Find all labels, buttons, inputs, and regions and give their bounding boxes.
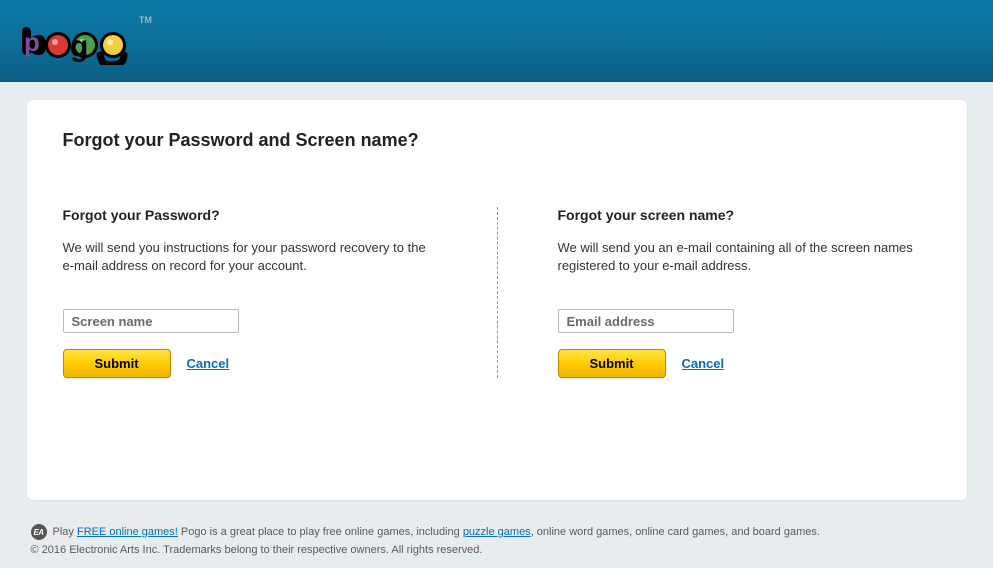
- puzzle-games-link[interactable]: puzzle games: [463, 526, 531, 538]
- forgot-password-title: Forgot your Password?: [63, 207, 437, 223]
- screenname-actions: Submit Cancel: [558, 349, 931, 378]
- footer-play-label: Play: [53, 526, 77, 538]
- cancel-screenname-link[interactable]: Cancel: [682, 356, 725, 371]
- svg-text:p: p: [24, 27, 40, 57]
- password-actions: Submit Cancel: [63, 349, 437, 378]
- main-card: Forgot your Password and Screen name? Fo…: [27, 100, 967, 500]
- columns: Forgot your Password? We will send you i…: [63, 207, 931, 378]
- trademark-label: TM: [139, 15, 152, 25]
- forgot-password-section: Forgot your Password? We will send you i…: [63, 207, 497, 378]
- screen-name-input[interactable]: [63, 309, 239, 333]
- forgot-password-text: We will send you instructions for your p…: [63, 239, 437, 275]
- site-header: p g TM: [0, 0, 993, 82]
- forgot-screenname-title: Forgot your screen name?: [558, 207, 931, 223]
- forgot-screenname-text: We will send you an e-mail containing al…: [558, 239, 931, 275]
- pogo-logo[interactable]: p g TM: [20, 17, 138, 65]
- site-footer: EA Play FREE online games! Pogo is a gre…: [27, 524, 967, 566]
- email-input[interactable]: [558, 309, 734, 333]
- footer-mid-text-2: , online word games, online card games, …: [531, 526, 820, 538]
- ea-icon: EA: [31, 524, 47, 540]
- footer-line-1: EA Play FREE online games! Pogo is a gre…: [31, 524, 963, 540]
- footer-mid-text-1: Pogo is a great place to play free onlin…: [178, 526, 463, 538]
- cancel-password-link[interactable]: Cancel: [187, 356, 230, 371]
- submit-password-button[interactable]: Submit: [63, 349, 171, 378]
- footer-copyright: © 2016 Electronic Arts Inc. Trademarks b…: [31, 544, 963, 556]
- page-title: Forgot your Password and Screen name?: [63, 130, 931, 151]
- svg-text:g: g: [70, 30, 88, 63]
- free-online-games-link[interactable]: FREE online games!: [77, 526, 178, 538]
- forgot-screenname-section: Forgot your screen name? We will send yo…: [497, 207, 931, 378]
- submit-screenname-button[interactable]: Submit: [558, 349, 666, 378]
